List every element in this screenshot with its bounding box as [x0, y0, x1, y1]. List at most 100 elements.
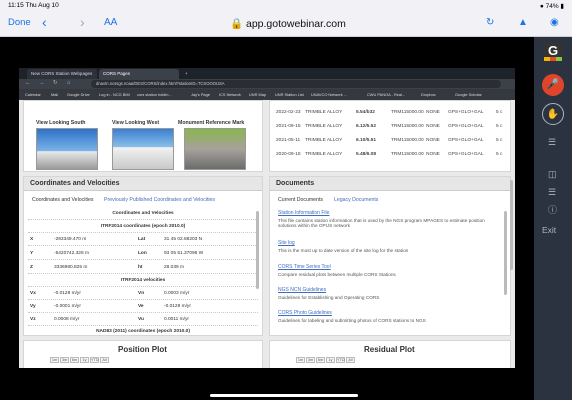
tab-coordinates[interactable]: Coordinates and Velocities: [32, 197, 93, 203]
range-button[interactable]: YTD: [336, 357, 345, 363]
range-button[interactable]: YTD: [90, 357, 99, 363]
west-view-photo[interactable]: [112, 128, 174, 170]
range-button[interactable]: All: [100, 357, 109, 363]
tab-previously-published[interactable]: Previously Published Coordinates and Vel…: [104, 197, 215, 203]
bookmark[interactable]: Mail: [51, 92, 58, 97]
divider: [28, 232, 258, 233]
bookmark[interactable]: UNR Station List: [275, 92, 304, 97]
bookmark[interactable]: cors station holdin...: [137, 92, 172, 97]
bookmark[interactable]: UNR Map: [249, 92, 266, 97]
range-button[interactable]: 6m: [316, 357, 325, 363]
doc-link[interactable]: Site log: [278, 240, 295, 246]
vu-label: Vu: [138, 317, 144, 322]
bookmark[interactable]: Dropbox: [421, 92, 436, 97]
divider: [28, 219, 258, 220]
documents-card: Documents Current Documents Legacy Docum…: [269, 176, 511, 336]
bookmark[interactable]: Log in - NCG BIM: [99, 92, 130, 97]
compass-icon[interactable]: ◉: [550, 17, 559, 28]
questions-icon[interactable]: ☰: [548, 187, 556, 198]
browser-tab[interactable]: New CORS Station Webpages - ...: [27, 69, 97, 86]
doc-description: Guidelines for labeling and submitting p…: [278, 318, 426, 323]
browser-url-field[interactable]: dnavtn.ncssgs.noaa/DES/CORS/index.html?s…: [91, 80, 501, 88]
forward-icon[interactable]: ›: [80, 14, 85, 30]
documents-scrollbar[interactable]: [504, 211, 507, 295]
doc-link[interactable]: CORS Photo Guidelines: [278, 310, 332, 316]
vn-label: Vn: [138, 291, 145, 296]
browser-tab-active[interactable]: CORS Pages: [99, 69, 179, 79]
bookmark[interactable]: ICS Network: [219, 92, 241, 97]
nad83-heading: NAD83 (2011) coordinates (epoch 2010.0): [96, 329, 190, 334]
doc-link[interactable]: CORS Time Series Tool: [278, 264, 331, 270]
monument-photo[interactable]: [184, 128, 246, 170]
bookmark[interactable]: Google Drive: [67, 92, 90, 97]
photo-caption: View Looking West: [112, 120, 160, 126]
ht-value: 28.039 m: [164, 265, 185, 270]
browser-forward-icon[interactable]: →: [39, 80, 45, 86]
back-icon[interactable]: ‹: [42, 14, 47, 30]
divider: [28, 273, 258, 274]
residual-plot-card: Residual Plot 1m 3m 6m 1y YTD All: [269, 340, 511, 368]
divider: [28, 325, 258, 326]
tab-legacy-documents[interactable]: Legacy Documents: [334, 197, 378, 203]
handout-icon[interactable]: ◫: [548, 169, 557, 180]
browser-back-icon[interactable]: ←: [25, 80, 31, 86]
vz-value: 0.0008 m/yr: [54, 317, 80, 322]
new-tab-icon[interactable]: +: [181, 69, 192, 79]
photos-card: View Looking South View Looking West Mon…: [23, 100, 263, 172]
doc-link[interactable]: NGS NCN Guidelines: [278, 287, 326, 293]
page-scrollbar[interactable]: [510, 180, 513, 270]
doc-link[interactable]: Station Information File: [278, 210, 329, 216]
browser-reload-icon[interactable]: ↻: [53, 80, 58, 86]
tab-current-documents[interactable]: Current Documents: [278, 197, 323, 203]
range-button[interactable]: 6m: [70, 357, 79, 363]
address-bar[interactable]: 🔒 app.gotowebinar.com: [230, 17, 346, 30]
position-plot-card: Position Plot 1m 3m 6m 1y YTD All: [23, 340, 263, 368]
doc-description: This is the most up to date version of t…: [278, 248, 409, 253]
range-button[interactable]: 3m: [60, 357, 69, 363]
range-button[interactable]: 1m: [296, 357, 305, 363]
browser-address-row: ← → ↻ ⌂ dnavtn.ncssgs.noaa/DES/CORS/inde…: [19, 79, 515, 89]
vx-value: -0.0128 m/yr: [54, 291, 81, 296]
bookmark[interactable]: Calendar: [25, 92, 41, 97]
exit-button[interactable]: Exit: [542, 225, 556, 235]
range-button[interactable]: 1y: [326, 357, 335, 363]
info-icon[interactable]: ⓘ: [548, 203, 557, 216]
coordinates-scrollbar[interactable]: [256, 211, 259, 289]
text-size-button[interactable]: AA: [104, 17, 117, 28]
raise-hand-icon[interactable]: ✋: [542, 103, 564, 125]
ht-label: ht: [138, 265, 143, 270]
range-button[interactable]: 1m: [50, 357, 59, 363]
home-indicator[interactable]: [210, 394, 358, 397]
range-button[interactable]: All: [346, 357, 355, 363]
menu-icon[interactable]: ☰: [548, 137, 556, 148]
done-button[interactable]: Done: [8, 17, 31, 28]
range-button[interactable]: 1y: [80, 357, 89, 363]
y-label: Y: [30, 251, 34, 256]
mic-muted-icon[interactable]: 🎤: [542, 74, 564, 96]
ios-status-bar: 11:15 Thu Aug 10 ● 74% ▮: [0, 0, 572, 10]
bookmark[interactable]: CWU PANGA - Real...: [367, 92, 405, 97]
bookmark[interactable]: UNAVCO Network ...: [311, 92, 347, 97]
share-icon[interactable]: ▲: [518, 17, 528, 28]
vn-value: 0.0003 m/yr: [164, 291, 190, 296]
vy-value: -0.0001 m/yr: [54, 304, 81, 309]
reload-icon[interactable]: ↻: [486, 17, 494, 28]
equipment-card: 2022-02-23 TRIMBLE ALLOY 5.54/b32 TRM115…: [269, 100, 511, 172]
range-button[interactable]: 3m: [306, 357, 315, 363]
divider: [28, 286, 258, 287]
residual-range-buttons: 1m 3m 6m 1y YTD All: [296, 357, 356, 363]
photo-caption: Monument Reference Mark: [178, 120, 245, 126]
browser-tab-strip: New CORS Station Webpages - ... CORS Pag…: [19, 68, 515, 86]
vy-label: Vy: [30, 304, 36, 309]
coordinates-grid: Coordinates and Velocities ITRF2014 coor…: [28, 211, 258, 336]
coordinates-title: Coordinates and Velocities: [24, 177, 262, 191]
bookmark[interactable]: Google Scholar: [455, 92, 482, 97]
position-plot-title: Position Plot: [118, 345, 167, 354]
lon-label: Lon: [138, 251, 147, 256]
ve-value: -0.0128 m/yr: [164, 304, 191, 309]
south-view-photo[interactable]: [36, 128, 98, 170]
itrf-heading: ITRF2014 coordinates (epoch 2010.0): [100, 224, 186, 229]
bookmark[interactable]: Jay's Page: [191, 92, 210, 97]
divider: [28, 312, 258, 313]
browser-home-icon[interactable]: ⌂: [67, 80, 70, 86]
